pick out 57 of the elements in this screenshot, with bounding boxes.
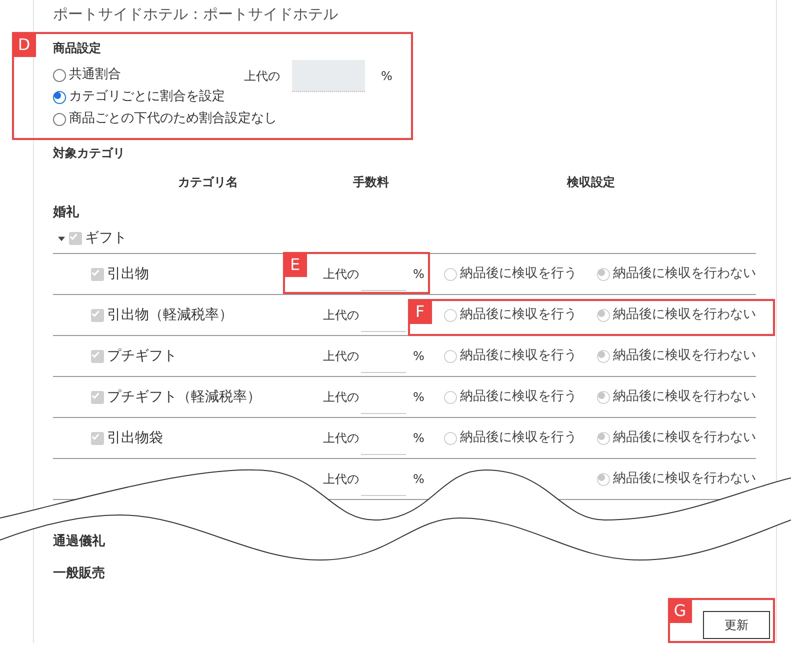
field-label: 上代の bbox=[323, 348, 360, 365]
category-name: 引出物 bbox=[107, 264, 149, 284]
column-header: 検収設定 bbox=[567, 174, 615, 190]
radio-option[interactable]: 共通割合 bbox=[53, 64, 121, 86]
radio-option[interactable]: 納品後に検収を行う bbox=[444, 387, 577, 407]
section-heading: 対象カテゴリ bbox=[53, 145, 126, 161]
radio-option[interactable]: 納品後に検収を行う bbox=[444, 305, 577, 325]
page-title: ポートサイドホテル：ポートサイドホテル bbox=[53, 4, 339, 24]
unit-label: % bbox=[413, 471, 424, 488]
category-name: プチギフト（軽減税率） bbox=[107, 388, 261, 406]
radio-button[interactable] bbox=[53, 68, 66, 82]
section-heading: 商品設定 bbox=[53, 40, 102, 56]
group-heading: 婚礼 bbox=[53, 205, 80, 221]
category-name: 引出物（軽減税率） bbox=[107, 306, 233, 324]
radio-option[interactable]: 納品後に検収を行う bbox=[444, 264, 577, 284]
callout-label: F bbox=[408, 299, 432, 324]
radio-option[interactable]: 納品後に検収を行わない bbox=[597, 469, 756, 489]
radio-option[interactable]: 納品後に検収を行わない bbox=[597, 264, 756, 284]
radio-option[interactable]: 納品後に検収を行わない bbox=[597, 346, 756, 366]
callout-label: D bbox=[12, 32, 36, 57]
group-heading: 通過儀礼 bbox=[53, 534, 106, 550]
field-label: 上代の bbox=[244, 68, 281, 85]
callout-label: E bbox=[283, 252, 307, 277]
field-label: 上代の bbox=[323, 471, 360, 488]
radio-option[interactable]: 納品後に検収を行わない bbox=[597, 387, 756, 407]
radio-option[interactable]: カテゴリごとに割合を設定 bbox=[53, 86, 225, 108]
radio-option[interactable]: 納品後に検収を行わない bbox=[597, 428, 756, 448]
radio-button[interactable] bbox=[53, 90, 66, 104]
radio-option[interactable]: 納品後に検収を行う bbox=[444, 346, 577, 366]
checkbox[interactable] bbox=[91, 390, 104, 404]
field-label: 上代の bbox=[323, 266, 360, 283]
column-header: カテゴリ名 bbox=[178, 174, 238, 190]
checkbox[interactable] bbox=[91, 268, 104, 280]
checkbox[interactable] bbox=[91, 432, 104, 444]
callout-label: G bbox=[668, 598, 692, 623]
category-name: ギフト bbox=[85, 228, 127, 248]
caret-icon[interactable] bbox=[58, 234, 65, 242]
unit-label: % bbox=[413, 430, 424, 447]
radio-option[interactable]: 納品後に検収を行う bbox=[444, 428, 577, 448]
category-name: プチギフト bbox=[107, 346, 177, 366]
radio-option[interactable]: 納品後に検収を行わない bbox=[597, 305, 756, 325]
unit-label: % bbox=[381, 68, 392, 85]
field-label: 上代の bbox=[323, 307, 360, 324]
unit-label: % bbox=[413, 389, 424, 406]
group-heading: 一般販売 bbox=[53, 566, 106, 582]
radio-button[interactable] bbox=[53, 112, 66, 126]
radio-option[interactable]: 商品ごとの下代のため割合設定なし bbox=[53, 108, 277, 130]
field-label: 上代の bbox=[323, 389, 360, 406]
unit-label: % bbox=[413, 348, 424, 365]
checkbox[interactable] bbox=[91, 350, 104, 362]
unit-label: % bbox=[413, 266, 424, 283]
column-header: 手数料 bbox=[353, 174, 389, 190]
field-label: 上代の bbox=[323, 430, 360, 447]
checkbox[interactable] bbox=[69, 232, 82, 244]
checkbox[interactable] bbox=[91, 308, 104, 322]
category-name: 引出物袋 bbox=[107, 428, 163, 448]
update-button[interactable]: 更新 bbox=[703, 611, 770, 639]
